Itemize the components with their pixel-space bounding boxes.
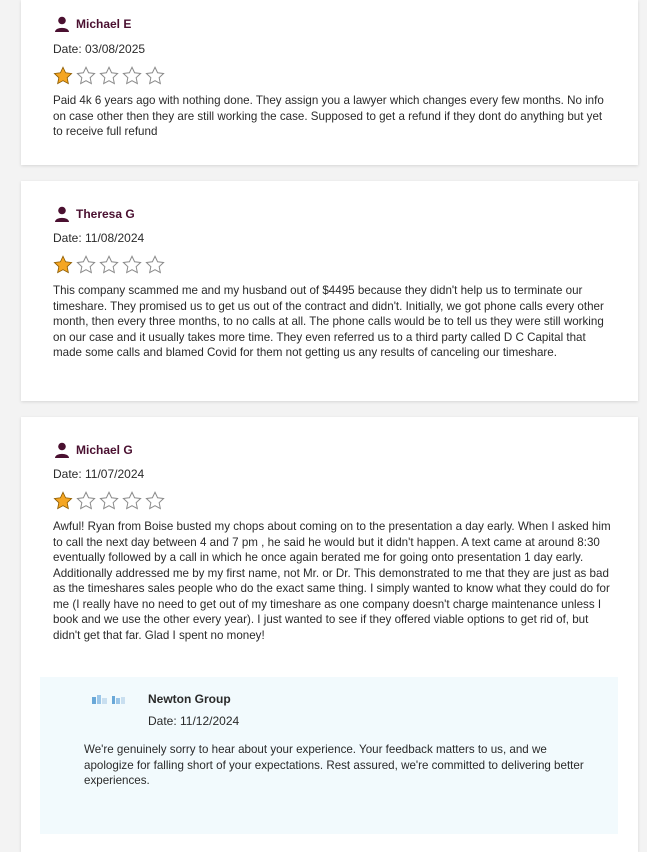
star-icon — [145, 255, 165, 274]
review-text: Awful! Ryan from Boise busted my chops a… — [53, 520, 611, 642]
reviewer-name: Michael E — [76, 17, 132, 31]
company-reply: Newton Group Date: 11/12/2024 We're genu… — [40, 677, 618, 834]
reviewer-name: Theresa G — [76, 207, 135, 221]
star-icon — [122, 255, 142, 274]
reply-company-name: Newton Group — [148, 692, 231, 706]
review-date: Date: 11/08/2024 — [53, 231, 145, 245]
reviewer-row: Theresa G — [54, 206, 135, 222]
star-icon — [99, 491, 119, 510]
star-rating — [53, 255, 168, 275]
reviewer-name: Michael G — [76, 443, 133, 457]
reply-date: Date: 11/12/2024 — [148, 714, 240, 728]
star-icon — [76, 66, 96, 85]
review-card: Michael E Date: 03/08/2025 Paid 4k 6 yea… — [21, 0, 638, 165]
star-icon — [76, 491, 96, 510]
logo-mark-icon — [112, 696, 125, 704]
logo-mark-icon — [92, 695, 107, 704]
person-icon — [55, 442, 69, 458]
star-rating — [53, 66, 168, 86]
newton-group-logo — [92, 695, 126, 705]
person-icon — [55, 206, 69, 222]
star-icon — [99, 66, 119, 85]
reviewer-row: Michael G — [54, 442, 133, 458]
star-icon — [76, 255, 96, 274]
star-icon — [99, 255, 119, 274]
star-icon — [145, 491, 165, 510]
review-text: This company scammed me and my husband o… — [53, 284, 604, 359]
star-rating — [53, 491, 168, 511]
star-icon — [53, 491, 73, 510]
review-date: Date: 03/08/2025 — [53, 42, 146, 56]
reply-text: We're genuinely sorry to hear about your… — [84, 743, 584, 787]
star-icon — [145, 66, 165, 85]
person-icon — [55, 16, 69, 32]
review-card: Theresa G Date: 11/08/2024 This company … — [21, 181, 638, 401]
star-icon — [122, 491, 142, 510]
star-icon — [53, 66, 73, 85]
review-text: Paid 4k 6 years ago with nothing done. T… — [53, 94, 604, 138]
star-icon — [53, 255, 73, 274]
star-icon — [122, 66, 142, 85]
review-date: Date: 11/07/2024 — [53, 467, 145, 481]
reviewer-row: Michael E — [54, 16, 131, 32]
